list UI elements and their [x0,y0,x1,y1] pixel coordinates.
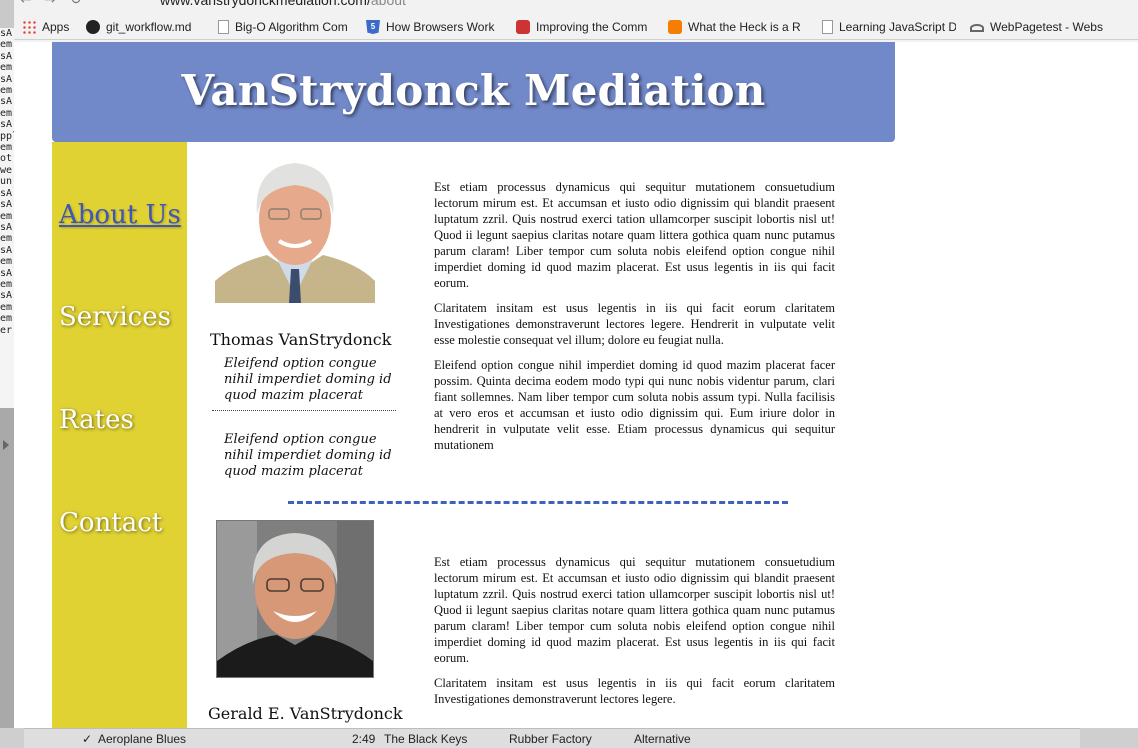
bio-paragraph: Eleifend option congue nihil imperdiet d… [434,358,835,452]
url-path: about [370,0,406,8]
bookmark-label: How Browsers Work [386,20,495,34]
quote-divider [212,410,396,411]
background-window-panel [0,408,14,728]
address-bar-url[interactable]: www.vanstrydonckmediation.com/about [160,0,406,8]
bookmark-big-o[interactable]: Big-O Algorithm Com [218,19,352,35]
person-quote: Eleifend option congue nihil imperdiet d… [224,432,392,479]
bio-paragraph: Est etiam processus dynamicus qui sequit… [434,555,835,665]
bookmark-label: Big-O Algorithm Com [235,20,348,34]
sidebar-nav: About Us Services Rates Contact [52,142,187,728]
person-name-gerald: Gerald E. VanStrydonck [208,704,403,723]
speedometer-icon [970,24,984,32]
site-header: VanStrydonck Mediation [52,42,895,142]
red-app-icon [516,20,530,34]
bio-paragraph: Claritatem insitam est usus legentis in … [434,301,835,347]
nav-about-us-link[interactable]: About Us [59,200,181,230]
blogger-icon [668,20,682,34]
bookmark-how-browsers-work[interactable]: 5 How Browsers Work [366,19,498,35]
track-genre: Alternative [634,732,691,746]
bookmark-what-the-heck[interactable]: What the Heck is a R [668,19,804,35]
background-window-text: sA em sA em sA em sA em sA ppl em ot we … [0,28,14,336]
bookmark-webpagetest[interactable]: WebPagetest - Webs [970,19,1106,35]
bookmark-git-workflow[interactable]: git_workflow.md [86,19,206,35]
page-icon [218,20,229,34]
bio-paragraph: Est etiam processus dynamicus qui sequit… [434,180,835,290]
site-title: VanStrydonck Mediation [181,66,766,115]
bookmark-label: git_workflow.md [106,20,192,34]
bookmark-label: Learning JavaScript D [839,20,956,34]
bookmark-label: What the Heck is a R [688,20,801,34]
person-name-thomas: Thomas VanStrydonck [210,330,392,349]
bookmark-label: WebPagetest - Webs [990,20,1103,34]
track-artist: The Black Keys [384,732,468,746]
page-viewport: VanStrydonck Mediation About Us Services… [14,42,1138,728]
section-separator [288,501,788,504]
track-title: Aeroplane Blues [98,732,187,746]
bio-thomas: Est etiam processus dynamicus qui sequit… [434,179,835,485]
nav-services-link[interactable]: Services [59,302,171,332]
browser-chrome: ← → ↻ www.vanstrydonckmediation.com/abou… [14,0,1138,42]
back-arrow-icon[interactable]: ← [20,0,32,8]
track-album: Rubber Factory [509,732,592,746]
checkmark-icon[interactable]: ✓ [82,732,92,746]
bookmark-label: Apps [42,20,70,34]
bio-paragraph: Claritatem insitam est usus legentis in … [434,676,835,706]
github-icon [86,20,100,34]
bookmark-apps[interactable]: Apps [22,19,82,35]
page-icon [822,20,833,34]
background-track-row[interactable]: ✓ Aeroplane Blues 2:49 The Black Keys Ru… [0,728,1138,748]
bio-gerald: Est etiam processus dynamicus qui sequit… [434,554,835,728]
bookmark-label: Improving the Comm [536,20,648,34]
nav-rates-link[interactable]: Rates [59,405,134,435]
address-bar[interactable]: ← → ↻ www.vanstrydonckmediation.com/abou… [14,0,1138,10]
html5-icon: 5 [366,20,380,34]
person-quote: Eleifend option congue nihil imperdiet d… [224,356,392,403]
bookmarks-bar: Apps git_workflow.md Big-O Algorithm Com… [14,14,1138,40]
reload-icon[interactable]: ↻ [70,0,82,8]
portrait-gerald-photo [216,520,374,678]
portrait-thomas-photo [215,145,375,303]
apps-grid-icon [22,20,36,34]
background-window-edge: sA em sA em sA em sA em sA ppl em ot we … [0,28,14,408]
disclosure-triangle-icon[interactable] [3,440,9,450]
url-host: www.vanstrydonckmediation.com/ [160,0,371,8]
track-time: 2:49 [352,732,376,746]
bookmark-improving-the-comm[interactable]: Improving the Comm [516,19,652,35]
bookmark-learning-javascript[interactable]: Learning JavaScript D [822,19,956,35]
nav-contact-link[interactable]: Contact [59,508,162,538]
forward-arrow-icon[interactable]: → [44,0,56,8]
